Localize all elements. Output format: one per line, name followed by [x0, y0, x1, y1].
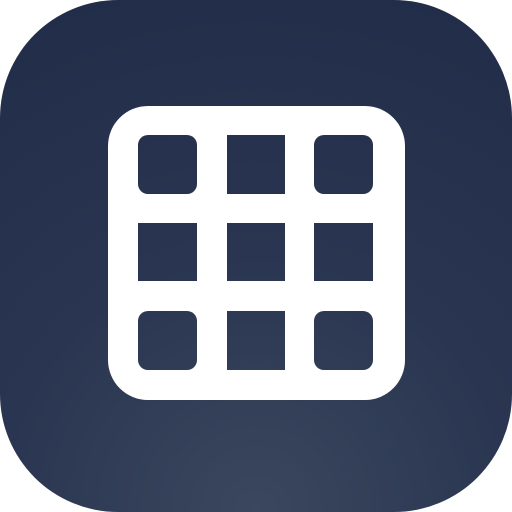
app-icon-tile[interactable]	[0, 0, 512, 512]
grid-icon	[0, 0, 512, 512]
